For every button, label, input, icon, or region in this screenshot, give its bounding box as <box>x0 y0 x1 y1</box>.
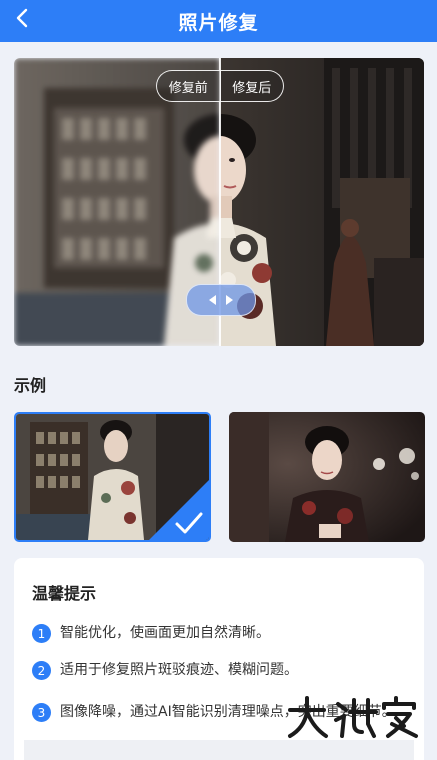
tip-text: 适用于修复照片斑驳痕迹、模糊问题。 <box>60 662 298 678</box>
before-label: 修复前 <box>168 80 208 96</box>
top-bar: 照片修复 <box>0 0 437 42</box>
back-button[interactable] <box>8 4 36 32</box>
page-title: 照片修复 <box>178 11 259 34</box>
selected-check-icon <box>149 480 209 540</box>
before-after-viewer[interactable]: 修复前 修复后 <box>14 58 424 346</box>
arrow-left-icon <box>209 295 216 305</box>
tip-item-1: 1 智能优化，使画面更加自然清晰。 <box>32 621 402 645</box>
tip-number-badge: 1 <box>32 624 51 643</box>
example-thumbnail-2[interactable] <box>229 412 425 542</box>
compare-label-pill: 修复前 修复后 <box>156 70 284 102</box>
tip-number-badge: 2 <box>32 661 51 680</box>
watermark-logo <box>288 696 418 738</box>
arrow-right-icon <box>226 295 233 305</box>
example-thumbnail-1[interactable] <box>14 412 211 542</box>
chevron-left-icon <box>16 8 28 28</box>
tip-text: 智能优化，使画面更加自然清晰。 <box>60 625 270 641</box>
after-label: 修复后 <box>232 80 272 96</box>
slider-drag-handle[interactable] <box>186 284 256 316</box>
tips-title: 温馨提示 <box>32 584 97 603</box>
photo-restore-screen: 照片修复 修复前 修复后 示例 温馨提示 1 智能优化，使画面更加自然清晰。 2… <box>0 0 437 760</box>
examples-heading: 示例 <box>14 376 47 395</box>
tip-item-2: 2 适用于修复照片斑驳痕迹、模糊问题。 <box>32 658 402 682</box>
bottom-strip <box>24 740 414 760</box>
tip-number-badge: 3 <box>32 703 51 722</box>
